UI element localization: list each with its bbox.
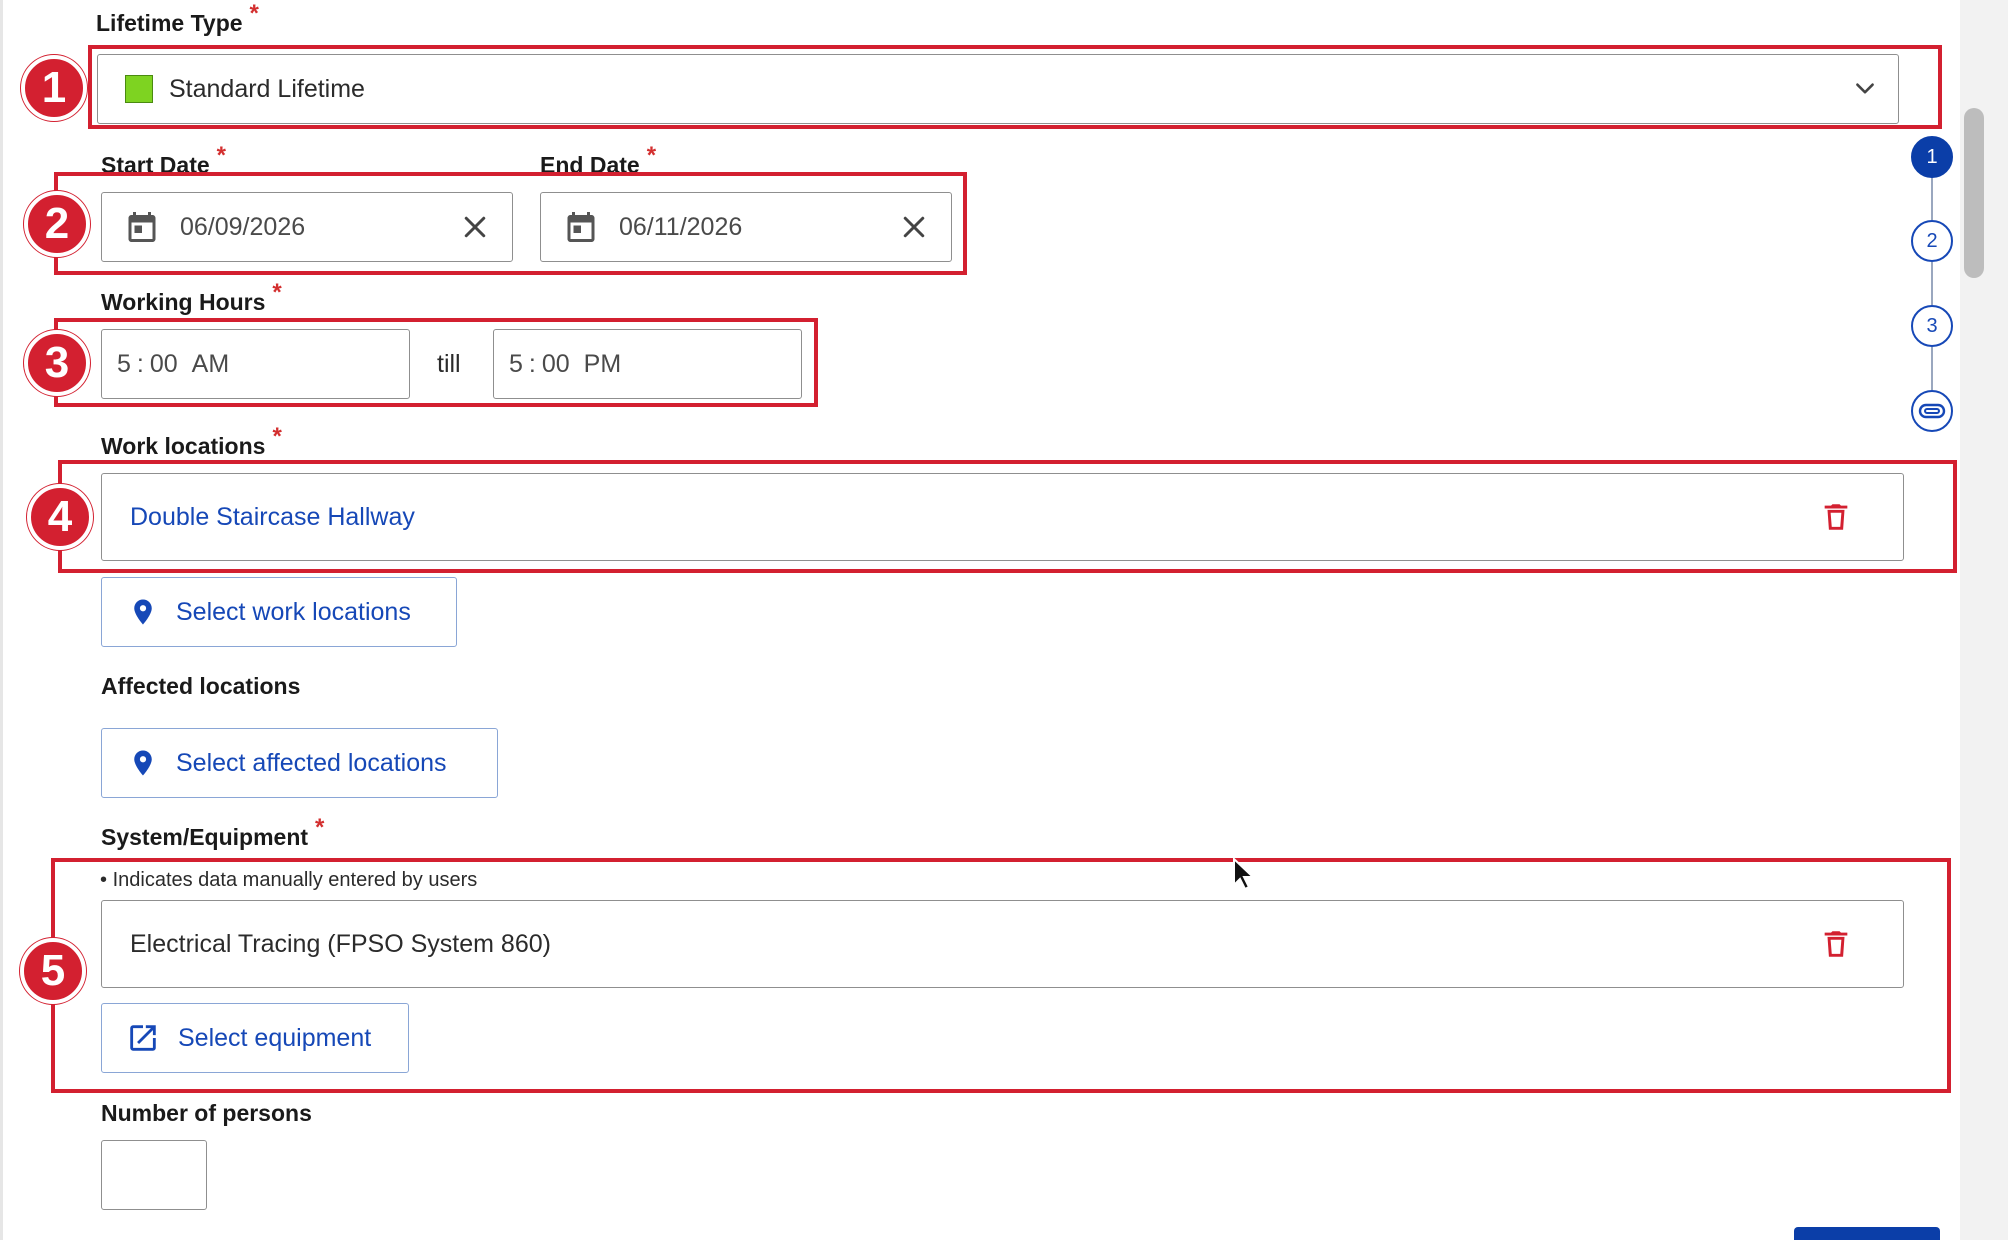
annotation-badge-4: 4 xyxy=(27,484,93,550)
annotation-box-4 xyxy=(58,460,1957,573)
annotation-badge-3: 3 xyxy=(24,330,90,396)
select-work-locations-button[interactable]: Select work locations xyxy=(101,577,457,647)
step-3[interactable]: 3 xyxy=(1911,305,1953,347)
annotation-box-3 xyxy=(54,318,818,407)
primary-action-button[interactable] xyxy=(1794,1227,1940,1240)
number-of-persons-label: Number of persons xyxy=(101,1100,312,1126)
mouse-cursor-icon xyxy=(1232,857,1256,891)
lifetime-type-label: Lifetime Type * xyxy=(96,0,259,36)
paperclip-icon xyxy=(1918,401,1946,421)
system-equipment-label: System/Equipment * xyxy=(101,814,325,850)
stepper-connector xyxy=(1931,262,1933,305)
step-1[interactable]: 1 xyxy=(1911,136,1953,178)
select-affected-locations-label: Select affected locations xyxy=(176,748,447,777)
location-pin-icon xyxy=(128,595,158,629)
annotation-box-5 xyxy=(51,858,1951,1093)
stepper-connector xyxy=(1931,177,1933,220)
annotation-box-2 xyxy=(54,172,967,275)
location-pin-icon xyxy=(128,746,158,780)
work-locations-label: Work locations * xyxy=(101,423,282,459)
annotation-badge-5: 5 xyxy=(20,938,86,1004)
working-hours-label: Working Hours * xyxy=(101,279,282,315)
select-affected-locations-button[interactable]: Select affected locations xyxy=(101,728,498,798)
annotation-badge-1: 1 xyxy=(21,55,87,121)
left-border xyxy=(0,0,3,1240)
annotation-badge-2: 2 xyxy=(24,191,90,257)
step-2[interactable]: 2 xyxy=(1911,220,1953,262)
annotation-box-1 xyxy=(88,45,1942,129)
select-work-locations-label: Select work locations xyxy=(176,597,411,626)
scrollbar-thumb[interactable] xyxy=(1964,108,1984,278)
stepper-connector xyxy=(1931,347,1933,390)
step-attachments[interactable] xyxy=(1911,390,1953,432)
number-of-persons-input[interactable] xyxy=(101,1140,207,1210)
affected-locations-label: Affected locations xyxy=(101,673,301,699)
